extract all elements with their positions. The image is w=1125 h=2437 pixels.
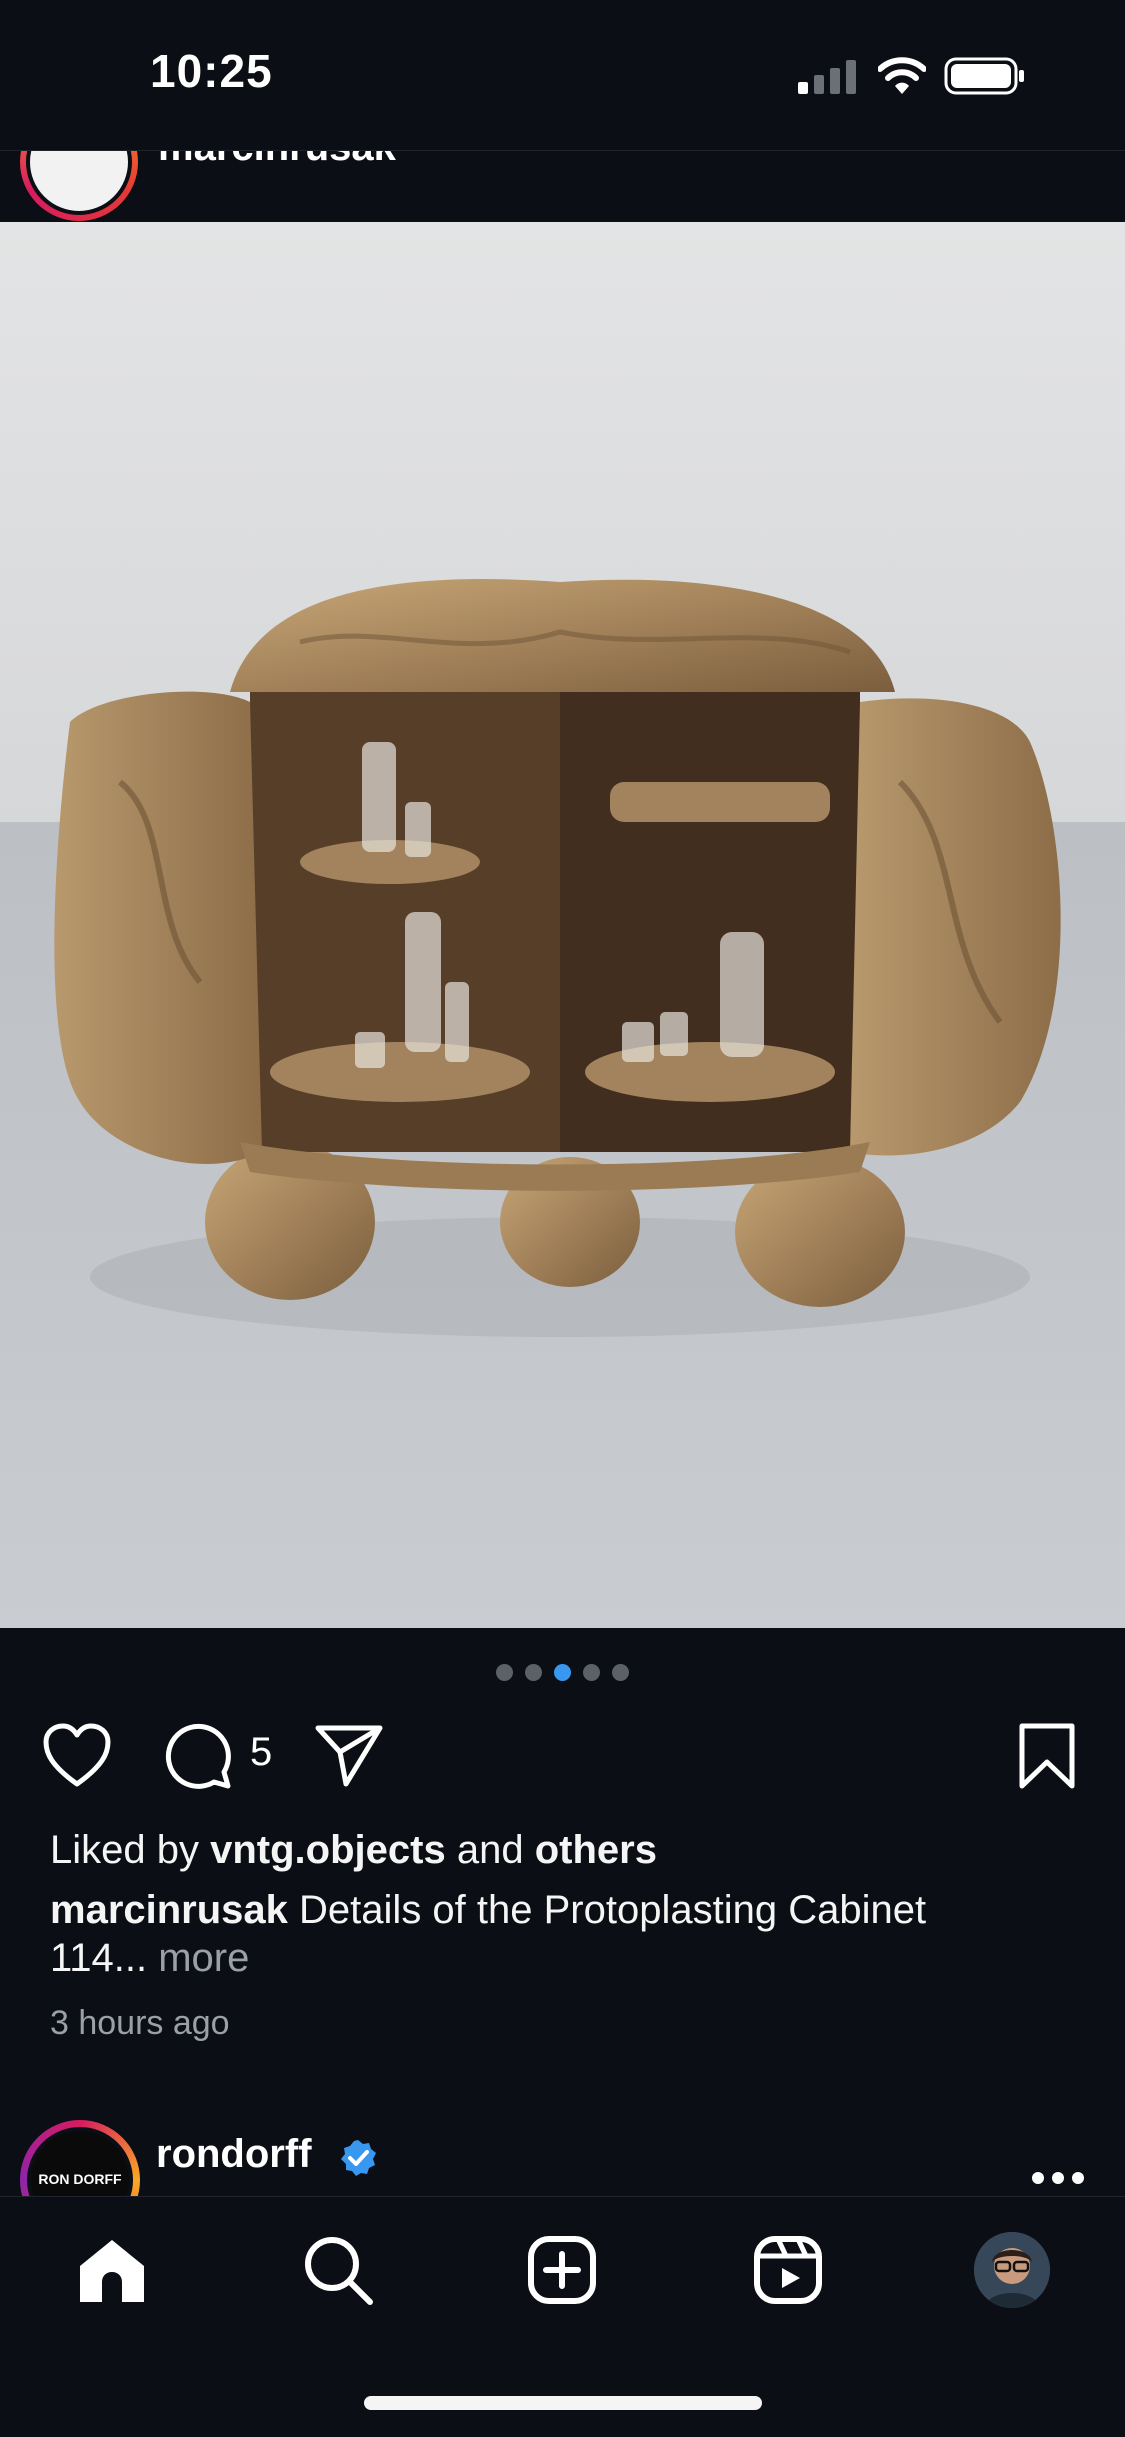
likes-summary[interactable]: Liked by vntg.objects and others [50,1828,657,1873]
wifi-icon [878,57,926,94]
caption: marcinrusak Details of the Protoplasting… [50,1888,926,1933]
reels-icon[interactable] [752,2234,824,2306]
status-time: 10:25 [150,45,273,97]
caption-continued: 114... more [50,1936,249,1981]
home-icon[interactable] [76,2236,148,2306]
search-icon[interactable] [302,2234,374,2306]
carousel-indicator [0,1664,1125,1684]
profile-avatar[interactable] [974,2232,1050,2308]
carousel-dot [583,1664,600,1681]
carousel-dot [496,1664,513,1681]
bookmark-icon[interactable] [1016,1722,1078,1790]
carousel-dot [525,1664,542,1681]
post-username[interactable]: rondorff [156,2132,312,2177]
comment-count[interactable]: 5 [250,1730,272,1775]
likes-prefix: Liked by [50,1828,199,1872]
battery-icon [944,57,1024,95]
caption-username[interactable]: marcinrusak [50,1888,288,1932]
caption-text-truncated: 114... [50,1936,148,1980]
carousel-dot [554,1664,571,1681]
caption-text: Details of the Protoplasting Cabinet [299,1888,927,1932]
likes-others[interactable]: others [535,1828,657,1872]
more-options-icon[interactable] [1030,2168,1086,2188]
previous-post-header: marcinrusak [0,150,1125,223]
avatar-logo-text: RON DORFF [38,2171,122,2187]
carousel-dot [612,1664,629,1681]
home-indicator [364,2396,762,2410]
post-photo[interactable] [0,222,1125,1628]
cellular-signal-icon [798,60,856,94]
create-post-icon[interactable] [526,2234,598,2306]
verified-badge-icon [341,2140,376,2176]
comment-icon[interactable] [164,1722,234,1792]
heart-icon[interactable] [42,1722,112,1788]
caption-more-link[interactable]: more [158,1936,249,1980]
post-username[interactable]: marcinrusak [158,151,396,170]
share-icon[interactable] [314,1722,384,1788]
likes-conjunction: and [456,1828,524,1872]
post-timestamp: 3 hours ago [50,2004,230,2042]
liker-username[interactable]: vntg.objects [210,1828,446,1872]
